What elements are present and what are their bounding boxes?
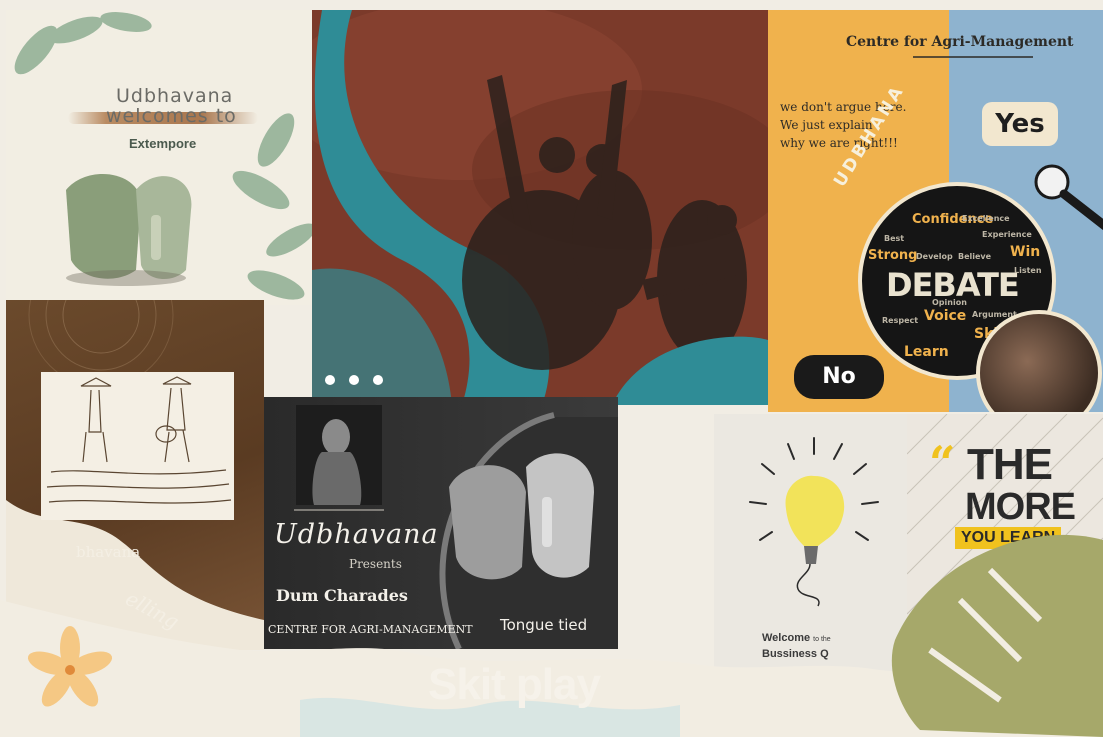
event-name: Bussiness Q <box>762 648 829 660</box>
quote-mark: “ <box>929 436 956 490</box>
faces-sculpture-image <box>66 173 192 286</box>
extempore-poster: Udbhavana welcomes to Extempore <box>6 10 312 305</box>
word: Voice <box>924 308 967 324</box>
title-underline <box>913 56 1033 58</box>
no-bubble: No <box>794 355 884 399</box>
word: Develop <box>916 252 953 261</box>
word: Win <box>1010 244 1041 260</box>
word: Opinion <box>932 298 967 307</box>
word: Experience <box>982 230 1032 239</box>
quote-poster: “ THE MORE YOU LEARN T <box>907 414 1103 634</box>
word: Excellence <box>962 214 1010 223</box>
welcome-word: Welcome <box>762 632 811 644</box>
welcome-text: Welcome to the Bussiness Q <box>762 631 831 661</box>
word: Best <box>884 234 905 243</box>
quote-word: THE <box>967 440 1053 489</box>
farmers-sketch-image <box>41 372 234 520</box>
business-quiz-poster: Welcome to the Bussiness Q <box>714 414 909 682</box>
brand-name: Udbhavana <box>274 519 439 550</box>
word: Listen <box>1014 266 1042 275</box>
word: Believe <box>958 252 992 261</box>
debate-poster: Centre for Agri-Management we don't argu… <box>768 10 1103 412</box>
dumb-charades-poster: Udbhavana Presents Dum Charades CENTRE F… <box>264 397 618 649</box>
dance-artwork <box>312 10 768 405</box>
microphone-icon <box>1034 164 1103 230</box>
presents-text: Presents <box>349 557 402 571</box>
word: Learn <box>904 344 949 360</box>
word: Strong <box>868 248 918 263</box>
event-subtitle: Tongue tied <box>500 616 588 634</box>
quote-word: MORE <box>965 486 1076 528</box>
farmers-illustration <box>46 376 232 504</box>
word: Respect <box>882 316 919 325</box>
quote-word: T <box>977 554 1002 598</box>
quote-highlight: YOU LEARN <box>955 527 1062 549</box>
organizer-name: CENTRE FOR AGRI-MANAGEMENT <box>268 623 473 636</box>
welcome-suffix: to the <box>813 636 831 643</box>
storytelling-poster: bhavana elling <box>6 300 264 650</box>
event-name: Extempore <box>129 136 197 151</box>
welcome-text: welcomes to <box>106 105 237 127</box>
dance-poster <box>312 10 768 405</box>
yes-bubble: Yes <box>982 102 1058 146</box>
skit-play-title: Skit play <box>428 660 601 709</box>
brand-name: bhavana <box>76 543 141 561</box>
event-name: Dum Charades <box>276 586 408 605</box>
brand-name: Udbhavana <box>116 85 234 107</box>
organizer-title: Centre for Agri-Management <box>846 34 1074 50</box>
tagline-line: why we are right!!! <box>780 136 898 150</box>
